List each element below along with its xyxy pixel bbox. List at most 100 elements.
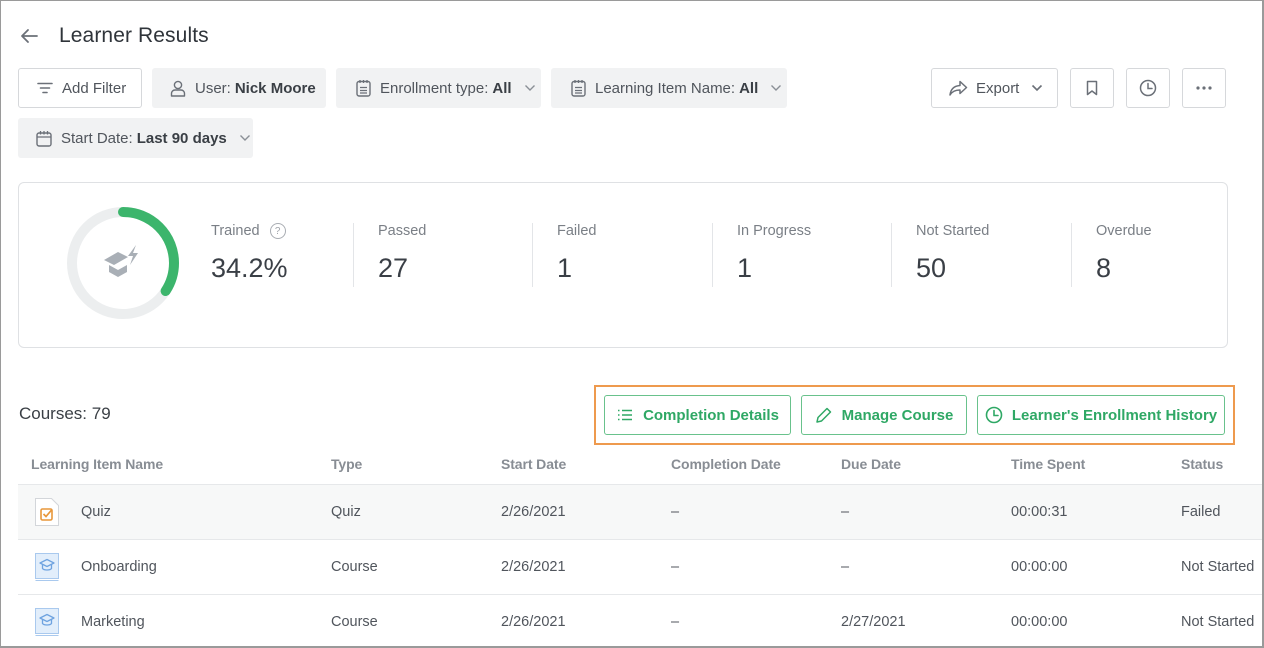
- cell-time-spent: 00:00:00: [1011, 559, 1068, 575]
- cell-due-date: –: [841, 504, 850, 520]
- table-row[interactable]: Onboarding Course 2/26/2021 – – 00:00:00…: [18, 540, 1264, 594]
- stat-not-started: Not Started 50: [916, 223, 989, 287]
- cell-time-spent: 00:00:31: [1011, 504, 1068, 520]
- cell-name[interactable]: Marketing: [81, 595, 145, 648]
- completion-details-button[interactable]: Completion Details: [604, 395, 791, 435]
- more-options-button[interactable]: [1182, 68, 1226, 108]
- cell-due-date: –: [841, 559, 850, 575]
- stat-failed: Failed 1: [557, 223, 597, 287]
- user-filter-value: Nick Moore: [234, 79, 316, 97]
- enrollment-history-label: Learner's Enrollment History: [1011, 406, 1218, 424]
- cell-start-date: 2/26/2021: [501, 504, 566, 520]
- page-title: Learner Results: [59, 24, 209, 47]
- help-icon[interactable]: ?: [269, 223, 286, 239]
- column-header-due-date[interactable]: Due Date: [841, 456, 901, 472]
- cell-time-spent: 00:00:00: [1011, 614, 1068, 630]
- history-button[interactable]: [1126, 68, 1170, 108]
- chevron-down-icon: [770, 82, 782, 94]
- stat-in-progress-value: 1: [737, 253, 753, 283]
- cell-status: Failed: [1181, 504, 1221, 520]
- cell-type: Course: [331, 614, 378, 630]
- cell-status: Not Started: [1181, 614, 1255, 630]
- clock-icon: [985, 406, 1003, 424]
- arrow-left-icon: [21, 29, 38, 43]
- page-header: Learner Results: [18, 22, 209, 50]
- add-filter-button[interactable]: Add Filter: [18, 68, 142, 108]
- manage-course-button[interactable]: Manage Course: [801, 395, 967, 435]
- cell-type: Course: [331, 559, 378, 575]
- cell-due-date: 2/27/2021: [841, 614, 906, 630]
- more-icon: [1196, 86, 1212, 90]
- cell-status: Not Started: [1181, 559, 1255, 575]
- share-icon: [948, 79, 968, 97]
- stat-failed-label: Failed: [557, 223, 597, 239]
- table-row[interactable]: Marketing Course 2/26/2021 – 2/27/2021 0…: [18, 595, 1264, 648]
- enrollment-type-value: All: [492, 79, 512, 97]
- manage-course-label: Manage Course: [841, 406, 954, 424]
- enrollment-type-filter-chip[interactable]: Enrollment type: All: [336, 68, 541, 108]
- notepad-icon: [354, 79, 372, 97]
- divider: [532, 223, 533, 287]
- stat-passed: Passed 27: [378, 223, 426, 287]
- back-button[interactable]: [18, 22, 40, 50]
- add-filter-label: Add Filter: [62, 79, 127, 97]
- user-filter-chip[interactable]: User: Nick Moore: [152, 68, 326, 108]
- stat-trained-value: 34.2%: [211, 253, 288, 283]
- chevron-down-icon: [1031, 82, 1043, 94]
- user-icon: [169, 79, 187, 97]
- start-date-filter-chip[interactable]: Start Date: Last 90 days: [18, 118, 253, 158]
- list-icon: [616, 406, 634, 424]
- table-row[interactable]: Quiz Quiz 2/26/2021 – – 00:00:31 Failed: [18, 485, 1264, 539]
- stat-trained-label: Trained: [211, 223, 260, 239]
- stat-overdue: Overdue 8: [1096, 223, 1152, 287]
- start-date-label: Start Date:: [61, 129, 133, 147]
- cell-completion-date: –: [671, 614, 680, 630]
- filter-icon: [36, 79, 54, 97]
- cell-type: Quiz: [331, 504, 361, 520]
- cell-completion-date: –: [671, 504, 680, 520]
- stat-in-progress-label: In Progress: [737, 223, 812, 239]
- divider: [891, 223, 892, 287]
- stat-trained: Trained? 34.2%: [211, 223, 288, 287]
- cell-name[interactable]: Onboarding: [81, 540, 157, 594]
- start-date-value: Last 90 days: [136, 129, 227, 147]
- cell-name[interactable]: Quiz: [81, 485, 111, 539]
- user-filter-label: User:: [195, 79, 231, 97]
- bookmark-button[interactable]: [1070, 68, 1114, 108]
- stat-in-progress: In Progress 1: [737, 223, 811, 287]
- enrollment-history-button[interactable]: Learner's Enrollment History: [977, 395, 1225, 435]
- learning-item-name-label: Learning Item Name:: [595, 79, 736, 97]
- column-header-completion-date[interactable]: Completion Date: [671, 456, 781, 472]
- stat-overdue-label: Overdue: [1096, 223, 1152, 239]
- chevron-down-icon: [524, 82, 536, 94]
- stat-not-started-value: 50: [916, 253, 947, 283]
- divider: [353, 223, 354, 287]
- learning-item-name-value: All: [739, 79, 759, 97]
- chevron-down-icon: [239, 132, 251, 144]
- column-header-type[interactable]: Type: [331, 456, 362, 472]
- stats-card: Trained? 34.2% Passed 27 Failed 1 In Pro…: [18, 182, 1228, 348]
- stat-overdue-value: 8: [1096, 253, 1112, 283]
- export-label: Export: [976, 79, 1020, 97]
- cell-start-date: 2/26/2021: [501, 614, 566, 630]
- stat-passed-label: Passed: [378, 223, 427, 239]
- stat-not-started-label: Not Started: [916, 223, 990, 239]
- export-button[interactable]: Export: [931, 68, 1058, 108]
- course-icon: [35, 608, 59, 636]
- bookmark-icon: [1086, 80, 1098, 96]
- completion-details-label: Completion Details: [643, 406, 779, 424]
- column-header-status[interactable]: Status: [1181, 456, 1223, 472]
- column-header-time-spent[interactable]: Time Spent: [1011, 456, 1085, 472]
- cell-completion-date: –: [671, 559, 680, 575]
- column-header-start-date[interactable]: Start Date: [501, 456, 566, 472]
- calendar-icon: [35, 129, 53, 147]
- divider: [1071, 223, 1072, 287]
- divider: [712, 223, 713, 287]
- trained-progress-ring: [67, 207, 179, 319]
- notepad-icon: [569, 79, 587, 97]
- quiz-icon: [35, 498, 59, 526]
- pencil-icon: [815, 406, 833, 424]
- column-header-name[interactable]: Learning Item Name: [31, 456, 163, 472]
- learning-item-name-filter-chip[interactable]: Learning Item Name: All: [551, 68, 787, 108]
- courses-count: Courses: 79: [19, 404, 111, 423]
